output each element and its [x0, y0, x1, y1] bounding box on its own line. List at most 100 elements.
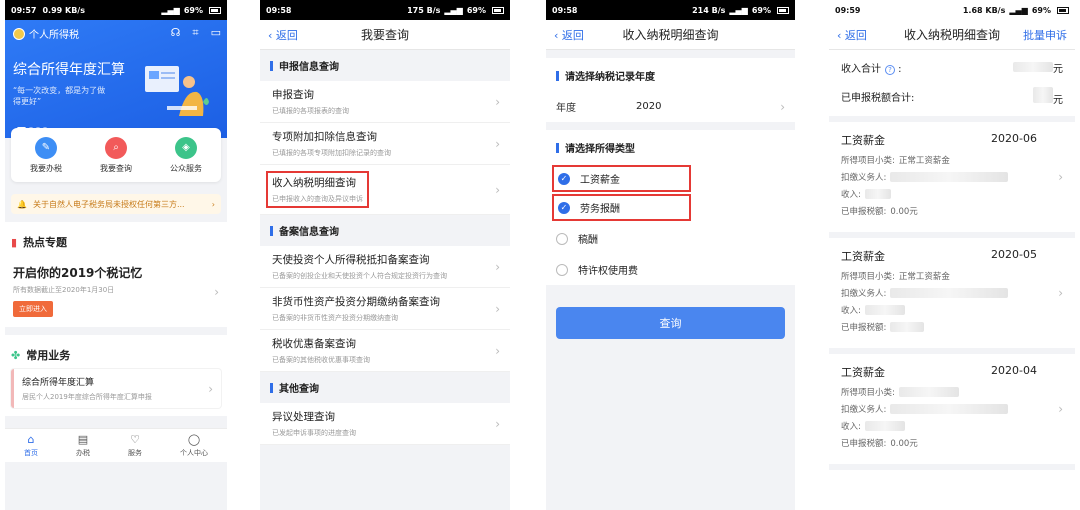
item-title: 天使投资个人所得税抵扣备案查询 [272, 254, 430, 266]
hot-topic-card[interactable]: 开启你的2019个税记忆 所有数据截止至2020年1月30日 立即进入 › [5, 256, 227, 327]
back-label: 返回 [275, 28, 298, 42]
quick-actions: ✎ 我要办税 ⌕ 我要查询 ◈ 公众服务 [11, 128, 221, 182]
option-labor-remuneration[interactable]: ✓ 劳务报酬 [552, 194, 691, 221]
summary-panel: 收入合计? :元 已申报税额合计: 元 [829, 50, 1075, 122]
income-record[interactable]: 工资薪金 2020-06 所得项目小类: 正常工资薪金 扣缴义务人: 收入: 已申报… [829, 122, 1075, 238]
option-wages[interactable]: ✓ 工资薪金 [552, 165, 691, 192]
check-icon: ✓ [558, 201, 570, 214]
status-speed: 0.99 KB/s [42, 5, 85, 15]
tab-home[interactable]: ⌂ 首页 [24, 432, 38, 458]
signal-icon: ▂▄▆ [729, 5, 748, 15]
redacted-value [864, 305, 905, 315]
field-label: 所得项目小类: [841, 388, 895, 398]
field-label: 收入: [841, 190, 861, 200]
field-label: 已申报税额: [841, 207, 887, 217]
income-record[interactable]: 工资薪金 2020-05 所得项目小类: 正常工资薪金 扣缴义务人: 收入: 已申报… [829, 238, 1075, 354]
page-title: 我要查询 [360, 28, 409, 42]
menu-item-objection-query[interactable]: 异议处理查询 已发起申诉事项的进度查询 › [260, 403, 510, 445]
help-icon[interactable]: ? [885, 65, 895, 75]
back-label: 返回 [561, 28, 584, 42]
status-speed: 1.68 KB/s [962, 5, 1006, 15]
page-title: 收入纳税明细查询 [622, 28, 719, 42]
scan-icon[interactable]: ⌗ [192, 26, 198, 40]
back-button[interactable]: ‹ 返回 [837, 27, 897, 43]
year-label: 年度 [556, 103, 576, 114]
income-type-section: 请选择所得类型 ✓ 工资薪金 ✓ 劳务报酬 稿酬 特许权使用费 [546, 130, 795, 285]
section-title: 请选择纳税记录年度 [565, 72, 655, 83]
status-speed: 214 B/s [692, 5, 726, 15]
unit-label: 元 [1053, 64, 1063, 75]
app-name: 个人所得税 [29, 30, 79, 41]
field-value: 正常工资薪金 [898, 156, 950, 166]
batch-appeal-button[interactable]: 批量申诉 [1007, 27, 1067, 43]
record-category: 工资薪金 [841, 134, 885, 147]
common-business-heading: ✤ 常用业务 [5, 335, 227, 369]
redacted-value [864, 421, 905, 431]
option-label: 工资薪金 [580, 175, 620, 186]
chevron-right-icon: › [1058, 286, 1063, 300]
menu-item-declaration-query[interactable]: 申报查询 已填报的各项报表的查询 › [260, 81, 510, 123]
back-button[interactable]: ‹ 返回 [554, 27, 614, 43]
status-battery: 69% [751, 5, 771, 15]
message-icon[interactable]: ▭ [211, 26, 221, 40]
status-battery: 69% [183, 5, 203, 15]
item-desc: 已填报的各项专项附加扣除记录的查询 [272, 149, 391, 157]
quick-action-query[interactable]: ⌕ 我要查询 [100, 136, 132, 174]
quick-action-label: 我要办税 [30, 163, 62, 173]
option-author-remuneration[interactable]: 稿酬 [546, 223, 795, 254]
enter-now-button[interactable]: 立即进入 [13, 301, 53, 317]
option-label: 特许权使用费 [578, 266, 638, 277]
annual-settlement-card[interactable]: 综合所得年度汇算 居民个人2019年度综合所得年度汇算申报 › [11, 369, 221, 408]
status-time: 09:58 [266, 5, 292, 15]
section-title: 请选择所得类型 [565, 144, 635, 155]
menu-item-tax-preference-query[interactable]: 税收优惠备案查询 已备案的其他税收优惠事项查询 › [260, 330, 510, 372]
section-other-query: 其他查询 [260, 372, 510, 403]
section-title: 申报信息查询 [279, 62, 339, 73]
income-record[interactable]: 工资薪金 2020-04 所得项目小类: 扣缴义务人: 收入: 已申报税额: 0.0… [829, 354, 1075, 470]
hero-banner[interactable]: 个人所得税 ☊ ⌗ ▭ 综合所得年度汇算 “每一次改变，都是为了做得更好” [5, 20, 227, 138]
status-bar: 09:58 175 B/s ▂▄▆ 69% [260, 0, 510, 20]
tab-tax[interactable]: ▤ 办税 [76, 433, 90, 458]
tab-profile[interactable]: ◯ 个人中心 [180, 433, 208, 458]
quick-action-label: 公众服务 [170, 163, 202, 173]
option-royalty[interactable]: 特许权使用费 [546, 254, 795, 285]
section-title: 热点专题 [23, 236, 68, 249]
back-button[interactable]: ‹ 返回 [268, 27, 328, 43]
field-label: 收入: [841, 306, 861, 316]
signal-icon: ▂▄▆ [444, 5, 463, 15]
battery-icon [209, 6, 221, 14]
home-icon: ⌂ [27, 432, 35, 446]
year-section: 请选择纳税记录年度 年度 2020 › [546, 58, 795, 122]
query-button[interactable]: 查询 [556, 307, 785, 339]
item-title: 申报查询 [272, 89, 314, 101]
section-declaration-query: 申报信息查询 [260, 50, 510, 81]
card-title: 综合所得年度汇算 [22, 378, 95, 388]
quick-action-service[interactable]: ◈ 公众服务 [170, 136, 202, 174]
option-label: 劳务报酬 [580, 204, 620, 215]
menu-item-nonmonetary-asset-query[interactable]: 非货币性资产投资分期缴纳备案查询 已备案的非货币性资产投资分期缴纳查询 › [260, 288, 510, 330]
tab-service[interactable]: ♡ 服务 [128, 433, 142, 458]
unit-label: 元 [1053, 95, 1063, 106]
status-bar: 09:57 0.99 KB/s ▂▄▆ 69% [5, 0, 227, 20]
menu-item-angel-investment-query[interactable]: 天使投资个人所得税抵扣备案查询 已备案的创投企业和天使投资个人符合规定投资行为查询… [260, 246, 510, 288]
field-label: 扣缴义务人: [841, 405, 887, 415]
quick-action-tax[interactable]: ✎ 我要办税 [30, 136, 62, 174]
year-value: 2020 [636, 101, 662, 112]
menu-item-special-deduction-query[interactable]: 专项附加扣除信息查询 已填报的各项专项附加扣除记录的查询 › [260, 123, 510, 165]
menu-item-income-tax-detail-query[interactable]: 收入纳税明细查询 已申报收入的查询及异议申诉 › [260, 165, 510, 215]
status-time: 09:58 [552, 5, 578, 15]
status-bar: 09:59 1.68 KB/s ▂▄▆ 69% [829, 0, 1075, 20]
bottom-tab-bar: ⌂ 首页 ▤ 办税 ♡ 服务 ◯ 个人中心 [5, 428, 227, 462]
headset-icon[interactable]: ☊ [171, 26, 181, 40]
back-label: 返回 [844, 28, 867, 42]
field-label: 已申报税额: [841, 323, 887, 333]
tab-label: 办税 [76, 448, 90, 457]
year-selector[interactable]: 年度 2020 › [546, 91, 795, 122]
tab-label: 服务 [128, 448, 142, 457]
card-subtitle: 所有数据截止至2020年1月30日 [13, 286, 115, 294]
section-title: 其他查询 [279, 384, 319, 395]
status-bar: 09:58 214 B/s ▂▄▆ 69% [546, 0, 795, 20]
chevron-right-icon: › [495, 416, 500, 431]
notice-bar[interactable]: 🔔 关于自然人电子税务局未授权任何第三方... › [11, 194, 221, 214]
nav-bar: ‹ 返回 我要查询 [260, 20, 510, 50]
